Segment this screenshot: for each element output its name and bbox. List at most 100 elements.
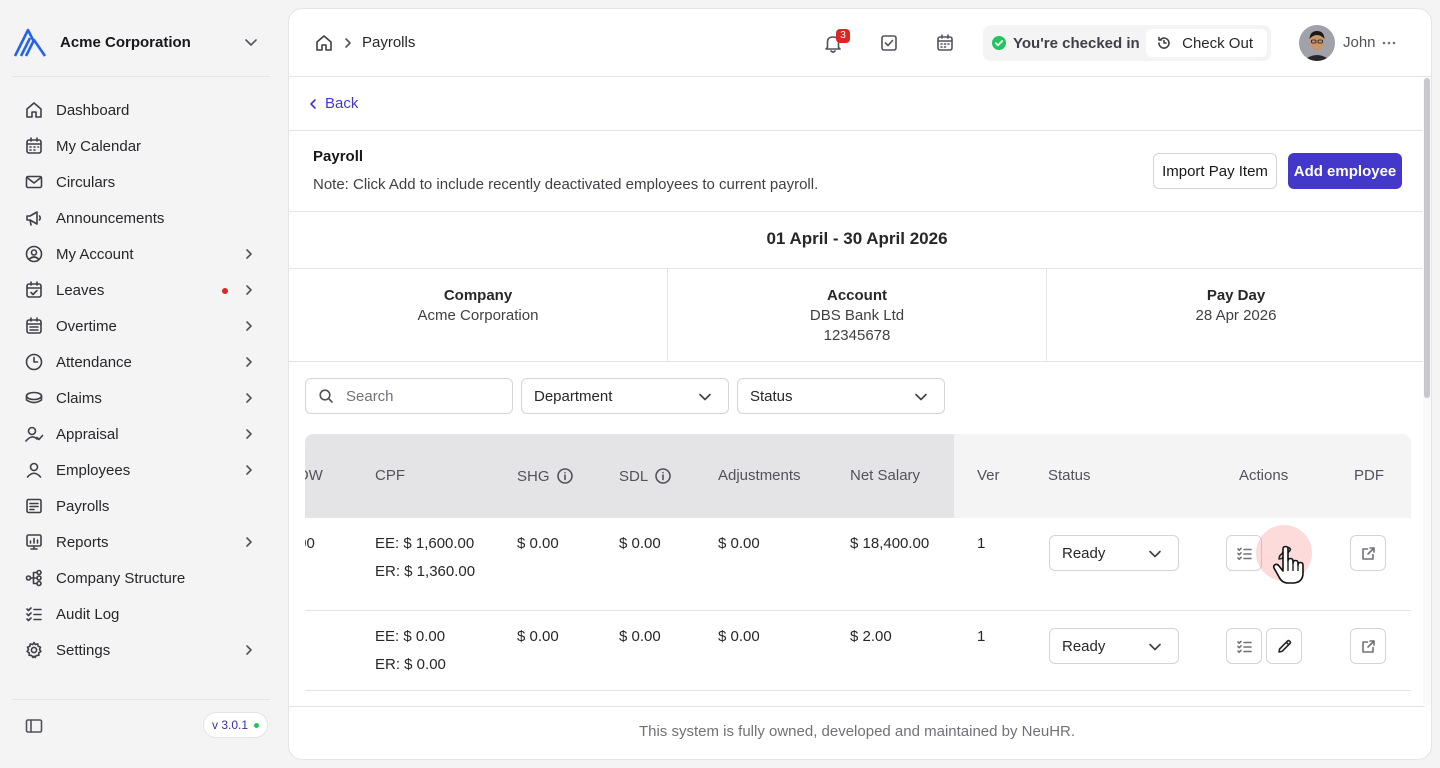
import-pay-item-button[interactable]: Import Pay Item [1153, 153, 1277, 189]
cell-adjustments: $ 0.00 [718, 628, 760, 645]
department-select-label: Department [534, 387, 613, 405]
sidebar-item-claims[interactable]: Claims [12, 380, 270, 416]
account-info: Account DBS Bank Ltd 12345678 [668, 269, 1047, 362]
sidebar-item-my-calendar[interactable]: My Calendar [12, 128, 270, 164]
payroll-table[interactable]: OW CPF SHG SDL Adjustments Net Salary Ve… [305, 434, 1411, 705]
home-icon[interactable] [314, 33, 334, 53]
acme-logo-icon [12, 25, 48, 59]
sidebar-item-attendance[interactable]: Attendance [12, 344, 270, 380]
sidebar-divider [12, 76, 270, 77]
calendar-grid-icon [24, 316, 44, 336]
sidebar-item-overtime[interactable]: Overtime [12, 308, 270, 344]
sidebar-item-label: Circulars [56, 173, 116, 191]
chevron-down-icon [1148, 640, 1162, 654]
org-switcher[interactable]: Acme Corporation [12, 24, 270, 60]
report-icon [24, 532, 44, 552]
user-check-icon [24, 424, 44, 444]
user-name[interactable]: John [1343, 34, 1376, 51]
notification-dot [222, 288, 228, 294]
row-status-select[interactable]: Ready [1049, 535, 1179, 571]
sidebar-item-settings[interactable]: Settings [12, 632, 270, 668]
home-icon [24, 100, 44, 120]
sidebar-item-label: My Calendar [56, 137, 142, 155]
cell-cpf-ee: EE: $ 1,600.00 [375, 535, 475, 552]
chevron-right-icon [242, 319, 256, 333]
calendar-icon [24, 136, 44, 156]
sdl-header-label: SDL [619, 467, 649, 485]
sidebar-item-my-account[interactable]: My Account [12, 236, 270, 272]
sidebar-item-payrolls[interactable]: Payrolls [12, 488, 270, 524]
table-header: OW CPF SHG SDL Adjustments Net Salary Ve… [305, 434, 1411, 518]
breadcrumb-current[interactable]: Payrolls [362, 34, 415, 51]
chevron-down-icon [698, 390, 712, 404]
chevron-right-icon [242, 283, 256, 297]
avatar[interactable] [1299, 25, 1335, 61]
task-check-icon[interactable] [878, 32, 900, 54]
topbar: Payrolls 3 You're checked in Check Out J… [289, 9, 1431, 77]
sidebar-item-label: My Account [56, 245, 134, 263]
column-header-adjustments: Adjustments [718, 467, 801, 484]
sidebar-item-reports[interactable]: Reports [12, 524, 270, 560]
sidebar-item-dashboard[interactable]: Dashboard [12, 92, 270, 128]
payroll-summary: Company Acme Corporation Account DBS Ban… [289, 269, 1425, 362]
chevron-right-icon [341, 36, 355, 50]
row-status-select[interactable]: Ready [1049, 628, 1179, 664]
sidebar-item-label: Payrolls [56, 497, 110, 515]
cell-adjustments: $ 0.00 [718, 535, 760, 552]
megaphone-icon [24, 208, 44, 228]
shg-header-label: SHG [517, 467, 550, 485]
chevron-down-icon [914, 390, 928, 404]
sidebar-item-leaves[interactable]: Leaves [12, 272, 270, 308]
sidebar-item-audit-log[interactable]: Audit Log [12, 596, 270, 632]
version-text: v 3.0.1 [212, 718, 249, 732]
sidebar-item-label: Attendance [56, 353, 132, 371]
info-icon[interactable] [556, 467, 574, 485]
payday-value: 28 Apr 2026 [1195, 307, 1277, 324]
sidebar-item-company-structure[interactable]: Company Structure [12, 560, 270, 596]
table-row: EE: $ 0.00 ER: $ 0.00 $ 0.00 $ 0.00 $ 0.… [305, 611, 1411, 691]
chevron-right-icon [242, 355, 256, 369]
open-pdf-button[interactable] [1350, 535, 1386, 571]
open-pdf-button[interactable] [1350, 628, 1386, 664]
back-link[interactable]: Back [307, 95, 358, 112]
add-employee-button[interactable]: Add employee [1288, 153, 1402, 189]
row-status-value: Ready [1062, 637, 1106, 655]
view-details-button[interactable] [1226, 628, 1262, 664]
chevron-down-icon[interactable] [242, 33, 260, 51]
info-icon[interactable] [654, 467, 672, 485]
calendar-icon[interactable] [934, 32, 956, 54]
payday-info: Pay Day 28 Apr 2026 [1047, 269, 1425, 362]
divider [289, 211, 1425, 212]
search-field[interactable] [305, 378, 513, 414]
sidebar-item-employees[interactable]: Employees [12, 452, 270, 488]
sidebar-item-label: Dashboard [56, 101, 130, 119]
department-select[interactable]: Department [521, 378, 729, 414]
column-header-shg: SHG [517, 467, 574, 485]
more-horizontal-icon[interactable] [1381, 36, 1397, 50]
sidebar-toggle-icon[interactable] [24, 716, 44, 736]
list-check-icon [1236, 638, 1253, 655]
company-heading: Company [443, 287, 513, 304]
chevron-right-icon [242, 391, 256, 405]
sidebar-item-circulars[interactable]: Circulars [12, 164, 270, 200]
edit-button[interactable] [1266, 628, 1302, 664]
sidebar-item-appraisal[interactable]: Appraisal [12, 416, 270, 452]
user-circle-icon [24, 244, 44, 264]
sidebar-nav: Dashboard My Calendar Circulars Announce… [12, 92, 270, 668]
pencil-icon [1276, 638, 1293, 655]
chevron-right-icon [242, 535, 256, 549]
chevron-down-icon [1148, 547, 1162, 561]
search-input[interactable] [346, 387, 506, 405]
check-out-button[interactable]: Check Out [1146, 29, 1267, 57]
table-row: .00 EE: $ 1,600.00 ER: $ 1,360.00 $ 0.00… [305, 518, 1411, 611]
scrollbar-thumb[interactable] [1424, 78, 1430, 398]
status-filter-select[interactable]: Status [737, 378, 945, 414]
version-badge: v 3.0.1 [203, 712, 269, 738]
chevron-right-icon [242, 427, 256, 441]
scrollbar[interactable] [1423, 78, 1431, 705]
clock-icon [24, 352, 44, 372]
column-header-net-salary: Net Salary [850, 467, 921, 484]
cell-net-salary: $ 2.00 [850, 628, 892, 645]
checked-in-text: You're checked in [1013, 34, 1140, 52]
sidebar-item-announcements[interactable]: Announcements [12, 200, 270, 236]
